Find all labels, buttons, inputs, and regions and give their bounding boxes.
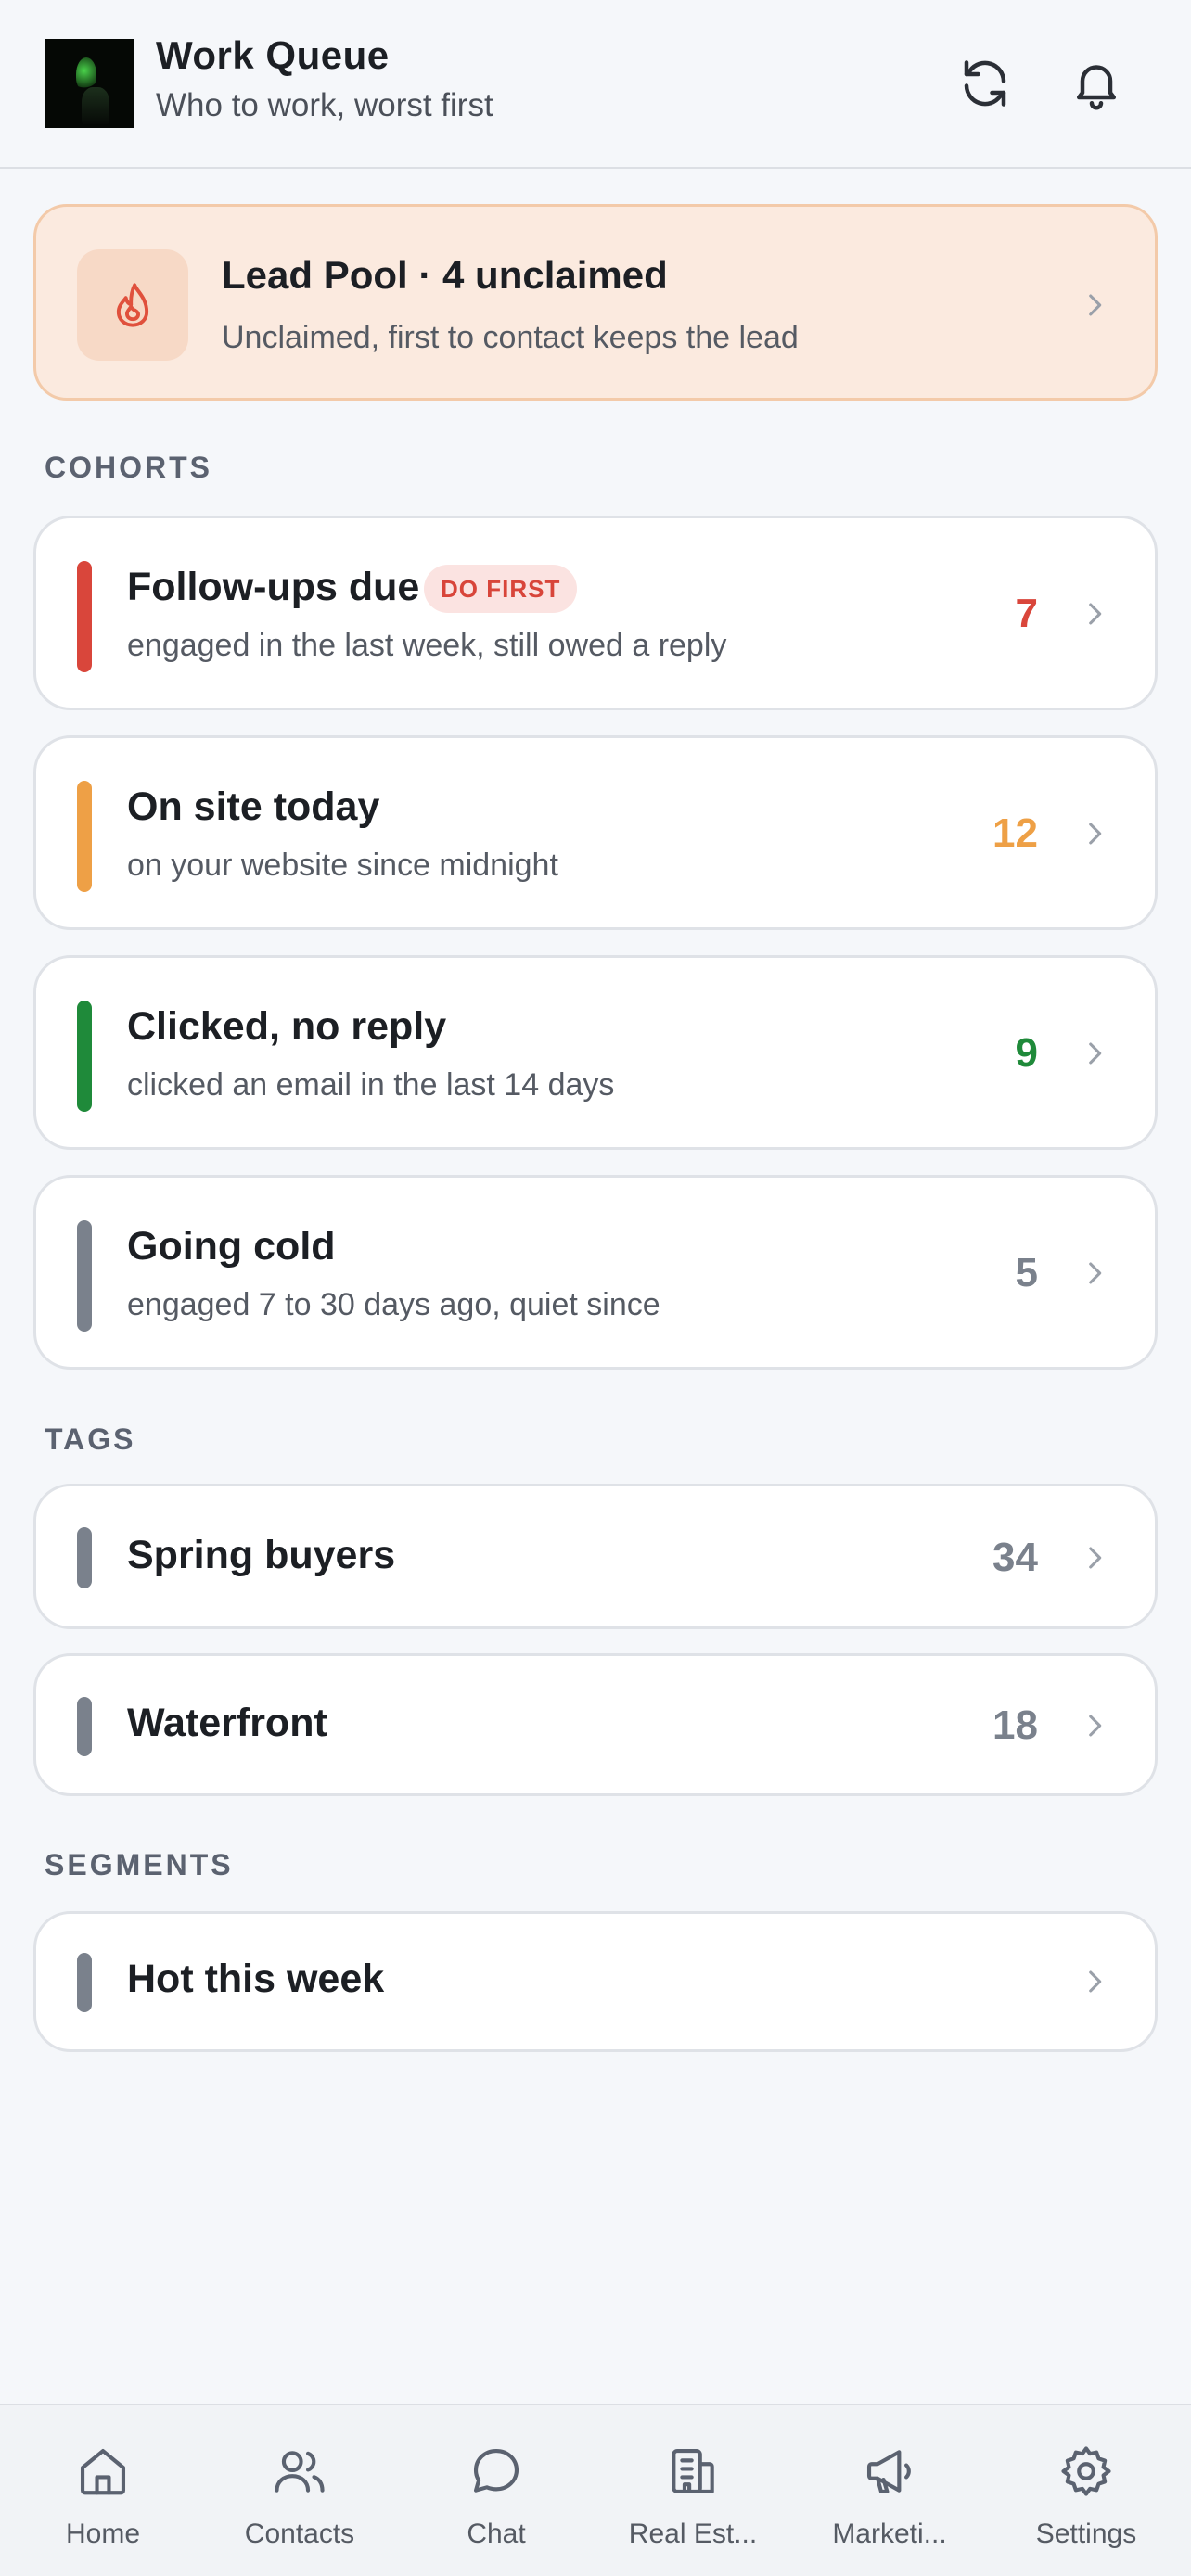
notifications-button[interactable] [1059, 46, 1133, 121]
tag-count: 34 [992, 1535, 1038, 1580]
flame-icon [116, 283, 149, 327]
chevron-right-icon [1089, 1042, 1102, 1065]
avatar[interactable] [45, 39, 134, 128]
page-title: Work Queue [156, 33, 390, 77]
cohort-count: 12 [992, 810, 1038, 856]
section-segments: SEGMENTS [45, 1848, 234, 1881]
cohort-subtitle: engaged 7 to 30 days ago, quiet since [127, 1287, 660, 1322]
home-icon [80, 2448, 126, 2495]
tag-title: Spring buyers [127, 1533, 396, 1577]
tab-marketing[interactable]: Marketi... [790, 2405, 989, 2576]
page-subtitle: Who to work, worst first [156, 87, 493, 123]
cohort-title: Going cold [127, 1224, 336, 1269]
cohort-color-bar [77, 1001, 92, 1112]
building-icon [672, 2448, 714, 2494]
cohort-color-bar [77, 561, 92, 672]
tag-title: Waterfront [127, 1701, 327, 1745]
cohort-title: Follow-ups due [127, 565, 420, 609]
do-first-badge: DO FIRST [424, 565, 578, 613]
cohort-subtitle: engaged in the last week, still owed a r… [127, 628, 727, 663]
bell-icon [1077, 65, 1116, 110]
cohort-count: 7 [1015, 591, 1038, 636]
cohort-color-bar [77, 1220, 92, 1332]
cohort-card-on-site[interactable]: On site today on your website since midn… [33, 735, 1158, 930]
cohort-count: 5 [1015, 1250, 1038, 1295]
chevron-right-icon [1089, 1262, 1102, 1284]
cohort-subtitle: on your website since midnight [127, 848, 558, 883]
lead-pool-icon-tile [77, 249, 188, 361]
segment-color-bar [77, 1953, 92, 2012]
avatar-figure [82, 87, 109, 124]
tab-chat[interactable]: Chat [397, 2405, 596, 2576]
refresh-button[interactable] [948, 46, 1022, 121]
tab-label: Chat [467, 2519, 526, 2549]
cohort-subtitle: clicked an email in the last 14 days [127, 1067, 615, 1103]
tab-contacts[interactable]: Contacts [200, 2405, 399, 2576]
app-header: Work Queue Who to work, worst first [0, 0, 1191, 169]
tag-card-spring-buyers[interactable]: Spring buyers 34 [33, 1484, 1158, 1629]
chat-icon [473, 2448, 519, 2493]
tab-label: Real Est... [628, 2519, 758, 2549]
chevron-right-icon [1089, 1547, 1102, 1569]
gear-icon [1061, 2446, 1111, 2496]
cohort-color-bar [77, 781, 92, 892]
bottom-tab-bar: Home Contacts Chat Real Est... Marketi..… [0, 2404, 1191, 2576]
lead-pool-title: Lead Pool · 4 unclaimed [222, 253, 668, 297]
cohort-title: Clicked, no reply [127, 1004, 447, 1049]
cohort-card-follow-ups[interactable]: Follow-ups due DO FIRST engaged in the l… [33, 516, 1158, 710]
chevron-right-icon [1089, 823, 1102, 845]
tag-color-bar [77, 1527, 92, 1588]
tab-label: Contacts [244, 2519, 355, 2549]
tab-label: Settings [1035, 2519, 1137, 2549]
megaphone-icon [866, 2450, 911, 2494]
chevron-right-icon [1089, 603, 1102, 625]
section-tags: TAGS [45, 1422, 136, 1456]
section-cohorts: COHORTS [45, 451, 212, 484]
tab-label: Home [65, 2519, 141, 2549]
tab-label: Marketi... [832, 2519, 947, 2549]
tab-real-estate[interactable]: Real Est... [594, 2405, 792, 2576]
tab-settings[interactable]: Settings [987, 2405, 1185, 2576]
cohort-title: On site today [127, 784, 380, 829]
chevron-right-icon [1089, 294, 1102, 316]
segment-title: Hot this week [127, 1957, 385, 2001]
tag-card-waterfront[interactable]: Waterfront 18 [33, 1653, 1158, 1796]
lead-pool-subtitle: Unclaimed, first to contact keeps the le… [222, 320, 799, 355]
cohort-card-going-cold[interactable]: Going cold engaged 7 to 30 days ago, qui… [33, 1175, 1158, 1370]
cohort-count: 9 [1015, 1030, 1038, 1076]
chevron-right-icon [1089, 1970, 1102, 1993]
segment-card-hot-this-week[interactable]: Hot this week [33, 1911, 1158, 2052]
chevron-right-icon [1089, 1715, 1102, 1737]
avatar-glow [76, 57, 96, 91]
contacts-icon [275, 2451, 325, 2493]
lead-pool-card[interactable]: Lead Pool · 4 unclaimed Unclaimed, first… [33, 204, 1158, 401]
tag-count: 18 [992, 1702, 1038, 1748]
tab-home[interactable]: Home [4, 2405, 202, 2576]
cohort-card-clicked[interactable]: Clicked, no reply clicked an email in th… [33, 955, 1158, 1150]
tag-color-bar [77, 1697, 92, 1756]
refresh-icon [964, 60, 1006, 107]
